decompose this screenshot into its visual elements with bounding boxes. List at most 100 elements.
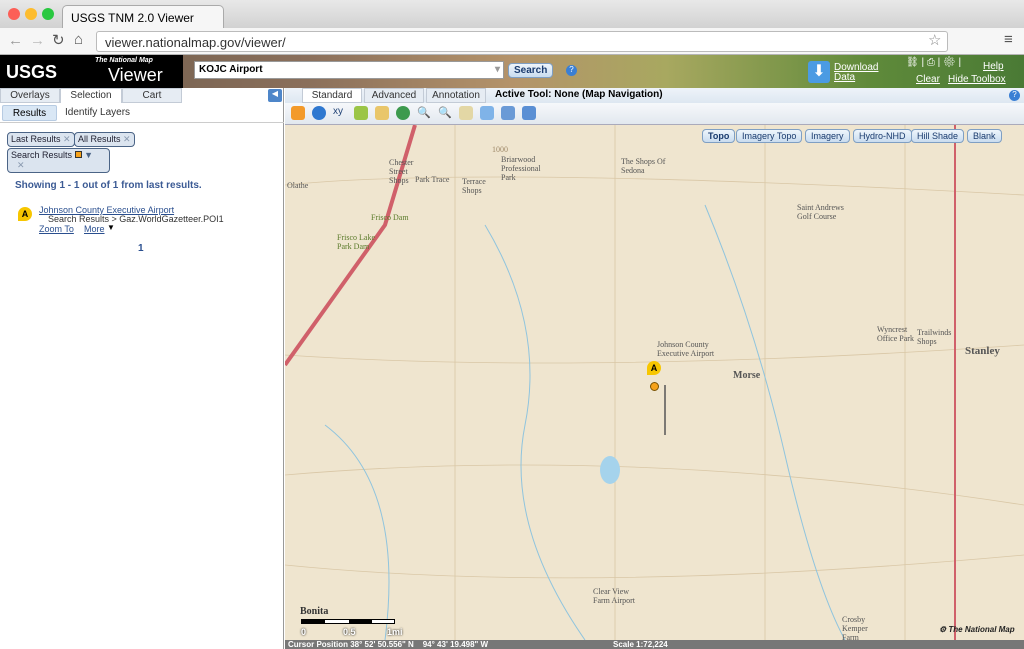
- basemap-blank[interactable]: Blank: [967, 129, 1002, 143]
- pan-hand-icon[interactable]: [291, 106, 305, 120]
- map-marker-a[interactable]: A: [647, 361, 661, 375]
- basemap-imagery-topo[interactable]: Imagery Topo: [736, 129, 803, 143]
- download-data-link[interactable]: Download Data: [834, 63, 878, 83]
- place-label: Olathe: [287, 181, 309, 190]
- place-label: Bonita: [300, 606, 329, 617]
- chip-search-results[interactable]: Search Results ▼ ✕: [7, 148, 110, 173]
- place-label: Morse: [733, 370, 761, 381]
- map-scale: Scale 1:72,224: [613, 640, 668, 649]
- place-label: Frisco Lake Park Dam: [337, 233, 375, 251]
- search-input[interactable]: KOJC Airport ▾: [194, 61, 504, 79]
- browser-tab-bar: USGS TNM 2.0 Viewer: [0, 0, 1024, 28]
- place-label: Crosby Kemper Farm: [842, 615, 868, 640]
- help-link[interactable]: Help: [983, 61, 1004, 72]
- tab-advanced[interactable]: Advanced: [364, 88, 424, 103]
- usgs-logo: USGS The National Map Viewer: [0, 55, 183, 88]
- tab-cart[interactable]: Cart: [122, 88, 182, 103]
- search-value: KOJC Airport: [199, 64, 263, 75]
- layers-icon[interactable]: [459, 106, 473, 120]
- bookmark-star-icon[interactable]: ☆: [928, 31, 941, 49]
- hide-toolbox-link[interactable]: Hide Toolbox: [948, 74, 1006, 85]
- basemap-hydro-nhd[interactable]: Hydro-NHD: [853, 129, 912, 143]
- browser-tab[interactable]: USGS TNM 2.0 Viewer: [62, 5, 224, 28]
- chip-last-results[interactable]: Last Results ✕: [7, 132, 75, 147]
- pagination-page-1[interactable]: 1: [138, 243, 144, 254]
- address-bar-row: ← → ↻ ⌂ viewer.nationalmap.gov/viewer/ ☆…: [0, 28, 1024, 55]
- maximize-window-button[interactable]: [42, 8, 54, 20]
- subtab-identify-layers[interactable]: Identify Layers: [65, 107, 130, 118]
- tab-standard[interactable]: Standard: [302, 88, 362, 103]
- globe-icon[interactable]: [396, 106, 410, 120]
- cursor-position: Cursor Position 38° 52' 50.556" N 94° 43…: [288, 640, 489, 649]
- tab-annotation[interactable]: Annotation: [426, 88, 486, 103]
- reload-icon[interactable]: ↻: [52, 31, 65, 49]
- place-label: Frisco Dam: [371, 213, 409, 222]
- place-label: Terrace Shops: [462, 177, 486, 195]
- result-point[interactable]: [650, 382, 659, 391]
- results-count: Showing 1 - 1 out of 1 from last results…: [15, 180, 202, 191]
- map-tabs: Standard Advanced Annotation Active Tool…: [285, 88, 1024, 103]
- coordinates-icon[interactable]: xy: [333, 106, 347, 120]
- url-text: viewer.nationalmap.gov/viewer/: [105, 35, 286, 50]
- result-marker-icon: A: [18, 207, 32, 221]
- help-icon[interactable]: ?: [1009, 90, 1020, 101]
- clear-link[interactable]: Clear: [916, 74, 940, 85]
- download-icon[interactable]: ⬇: [808, 61, 830, 83]
- basemap-topo[interactable]: Topo: [702, 129, 736, 143]
- close-icon: ✕: [17, 160, 25, 170]
- logo-viewer: Viewer: [108, 65, 163, 85]
- dropdown-icon[interactable]: ▾: [495, 64, 500, 75]
- left-panel: Overlays Selection Cart ◀ Results Identi…: [0, 88, 284, 649]
- scale-bar: [301, 619, 395, 624]
- active-tool-label: Active Tool: None (Map Navigation): [495, 89, 663, 100]
- app-header: USGS The National Map Viewer KOJC Airpor…: [0, 55, 1024, 88]
- basemap-imagery[interactable]: Imagery: [805, 129, 850, 143]
- chip-all-results[interactable]: All Results ✕: [74, 132, 135, 147]
- result-path: Search Results > Gaz.WorldGazetteer.POI1: [48, 214, 224, 224]
- search-button[interactable]: Search: [508, 63, 554, 78]
- scale-label: 0.5: [343, 627, 356, 637]
- place-label: The Shops Of Sedona: [621, 157, 666, 175]
- more-link[interactable]: More: [84, 224, 105, 234]
- identify-icon[interactable]: [312, 106, 326, 120]
- tab-title: USGS TNM 2.0 Viewer: [71, 11, 194, 25]
- back-icon[interactable]: ←: [8, 32, 23, 49]
- place-label: Clear View Farm Airport: [593, 587, 635, 605]
- menu-icon[interactable]: ≡: [1004, 31, 1013, 48]
- scale-label: 1mi: [387, 627, 403, 637]
- link-print-settings-icons[interactable]: ⛓ | ⎙ | ⚙ |: [906, 57, 961, 68]
- logo-subtitle: The National Map: [95, 57, 153, 64]
- place-label: Trailwinds Shops: [917, 328, 952, 346]
- full-extent-icon[interactable]: [480, 106, 494, 120]
- tab-selection[interactable]: Selection: [60, 88, 122, 103]
- close-window-button[interactable]: [8, 8, 20, 20]
- map-canvas[interactable]: Topo Imagery Topo Imagery Hydro-NHD Hill…: [285, 125, 1024, 640]
- zoom-to-link[interactable]: Zoom To: [39, 224, 74, 234]
- place-label: Saint Andrews Golf Course: [797, 203, 844, 221]
- national-map-credit: ⚙ The National Map: [939, 625, 1015, 634]
- subtab-results[interactable]: Results: [2, 105, 57, 121]
- zoom-out-icon[interactable]: 🔍: [438, 106, 452, 120]
- help-icon[interactable]: ?: [566, 65, 577, 76]
- collapse-panel-button[interactable]: ◀: [268, 89, 282, 102]
- tab-overlays[interactable]: Overlays: [0, 88, 60, 103]
- place-label: Briarwood Professional Park: [501, 155, 541, 182]
- zoom-in-icon[interactable]: 🔍: [417, 106, 431, 120]
- chevron-down-icon: ▼: [84, 150, 93, 160]
- subtabs: Results Identify Layers: [0, 103, 284, 123]
- place-label: Johnson County Executive Airport: [657, 340, 715, 358]
- basemap-hill-shade[interactable]: Hill Shade: [911, 129, 965, 143]
- home-icon[interactable]: ⌂: [74, 31, 83, 48]
- color-swatch: [74, 151, 82, 158]
- measure-icon[interactable]: [375, 106, 389, 120]
- minimize-window-button[interactable]: [25, 8, 37, 20]
- clear-graphics-icon[interactable]: [522, 106, 536, 120]
- more-arrow-icon[interactable]: ▼: [107, 223, 115, 232]
- place-label: Park Trace: [415, 175, 450, 184]
- forward-icon[interactable]: →: [30, 32, 45, 49]
- url-input[interactable]: viewer.nationalmap.gov/viewer/: [96, 31, 948, 52]
- flag-icon[interactable]: [354, 106, 368, 120]
- logo-usgs: USGS: [6, 62, 58, 82]
- edit-icon[interactable]: [501, 106, 515, 120]
- scale-label: 0: [301, 627, 307, 637]
